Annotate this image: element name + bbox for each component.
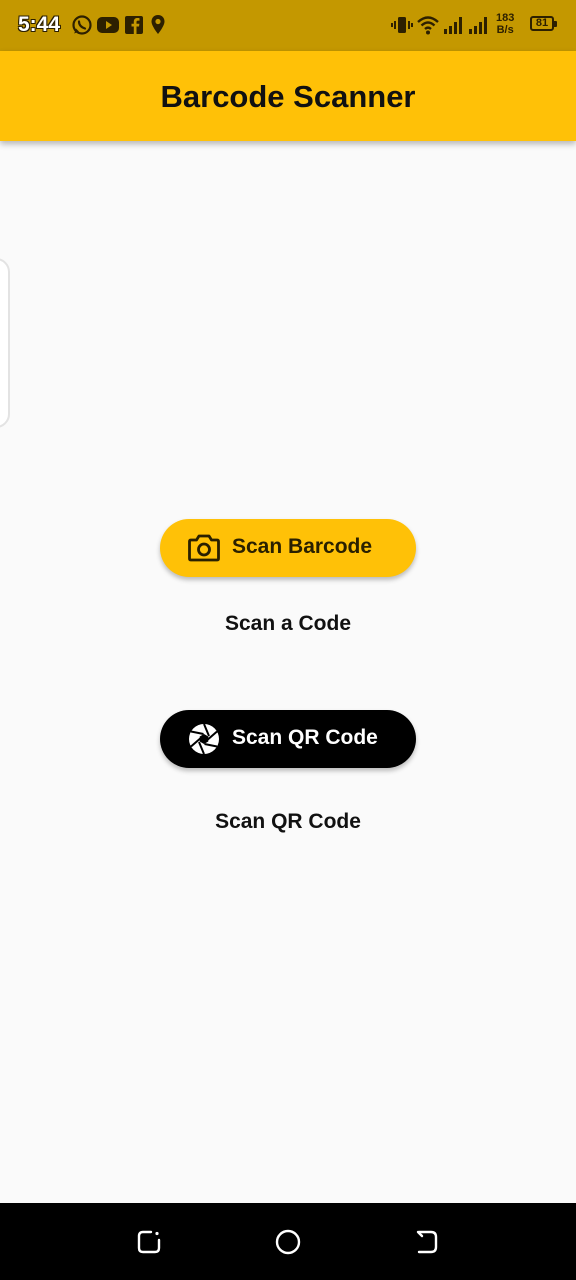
barcode-result-text: Scan a Code [224, 612, 352, 635]
edge-panel-handle[interactable] [0, 258, 10, 428]
location-icon [151, 15, 165, 34]
facebook-icon [125, 16, 143, 34]
signal-icon [444, 17, 462, 34]
back-icon[interactable] [414, 1229, 440, 1255]
scan-qr-code-label: Scan QR Code [232, 726, 378, 749]
page-title: Barcode Scanner [160, 79, 416, 114]
whatsapp-icon [72, 15, 92, 35]
scan-barcode-label: Scan Barcode [232, 535, 373, 558]
wifi-icon [417, 16, 439, 35]
network-speed: 183 B/s [496, 12, 514, 36]
app-bar: Barcode Scanner [0, 51, 576, 141]
system-nav-bar [0, 1203, 576, 1280]
status-time: 5:44 [18, 13, 61, 36]
camera-shutter-icon [189, 723, 219, 755]
network-speed-value: 183 [496, 12, 515, 24]
recents-icon[interactable] [136, 1229, 162, 1255]
signal-icon [469, 17, 487, 34]
home-icon[interactable] [275, 1229, 301, 1255]
qr-result-text: Scan QR Code [215, 810, 361, 833]
youtube-icon [97, 17, 119, 33]
network-speed-unit: B/s [496, 24, 514, 36]
scan-qr-code-button[interactable]: Scan QR Code [160, 710, 416, 768]
camera-icon [188, 534, 220, 562]
scan-barcode-button[interactable]: Scan Barcode [160, 519, 416, 577]
status-bar: 5:44 183 B/s 81 [0, 0, 576, 51]
vibrate-icon [391, 17, 413, 33]
battery-indicator: 81 [530, 16, 557, 31]
